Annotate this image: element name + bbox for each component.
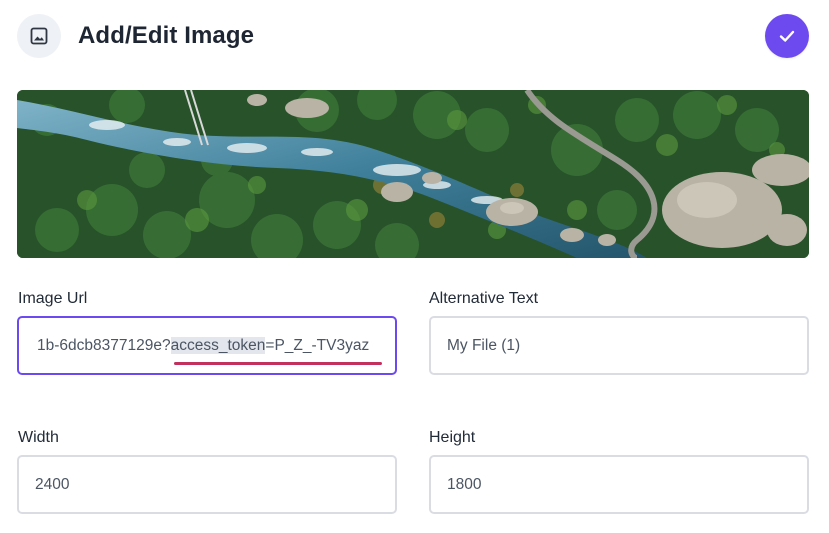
dialog-header: Add/Edit Image xyxy=(0,0,829,74)
alt-text-value: My File (1) xyxy=(447,337,521,354)
width-input[interactable]: 2400 xyxy=(17,455,397,514)
image-icon xyxy=(17,14,61,58)
height-label: Height xyxy=(429,429,476,446)
page-title: Add/Edit Image xyxy=(78,22,255,49)
image-url-label: Image Url xyxy=(18,290,88,307)
checkmark-icon xyxy=(779,30,795,42)
height-value: 1800 xyxy=(447,476,482,493)
spellcheck-underline xyxy=(174,362,382,365)
confirm-button[interactable] xyxy=(765,14,809,58)
alt-text-label: Alternative Text xyxy=(429,290,539,307)
height-input[interactable]: 1800 xyxy=(429,455,809,514)
alt-text-input[interactable]: My File (1) xyxy=(429,316,809,375)
image-preview xyxy=(17,90,809,258)
width-value: 2400 xyxy=(35,476,70,493)
image-url-value: 1b-6dcb8377129e?access_token=P_Z_-TV3yaz xyxy=(37,337,370,354)
width-label: Width xyxy=(18,429,59,446)
image-url-input[interactable]: 1b-6dcb8377129e?access_token=P_Z_-TV3yaz xyxy=(17,316,397,375)
